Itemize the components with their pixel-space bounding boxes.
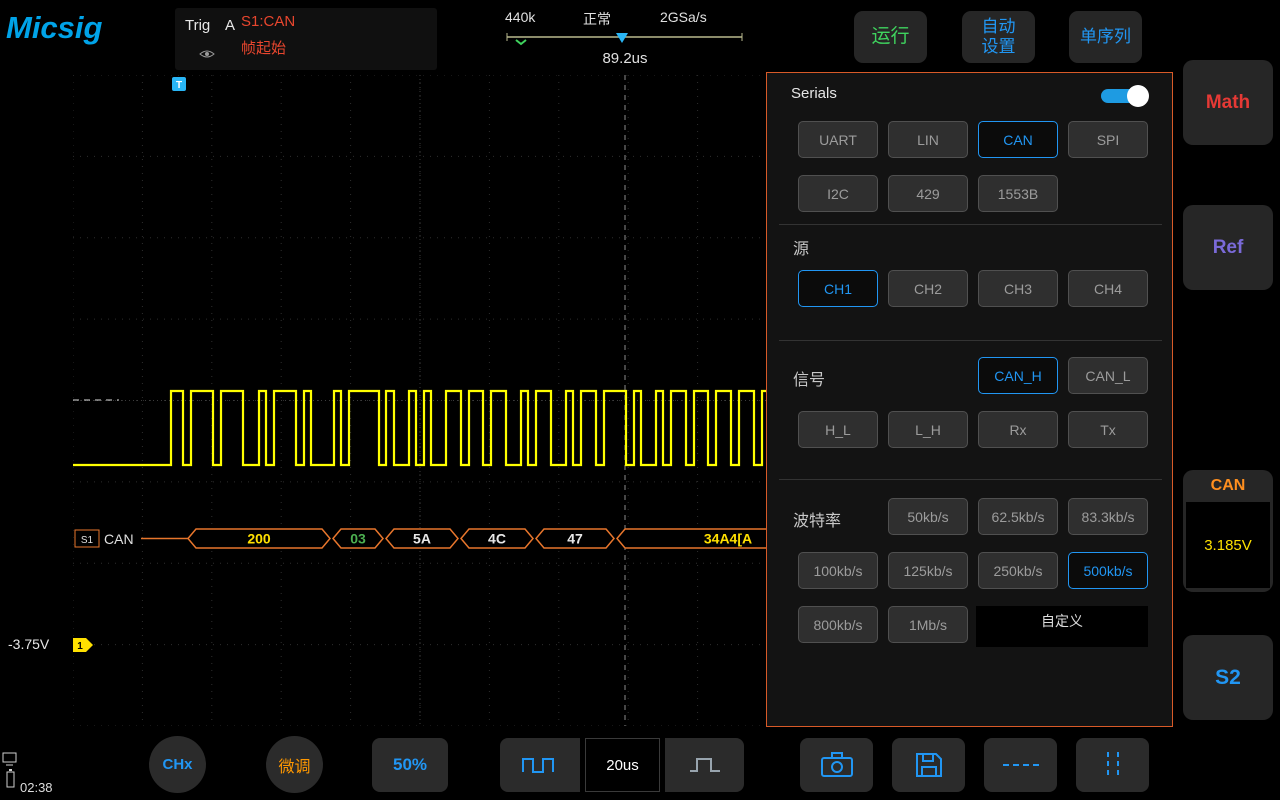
source-ch3[interactable]: CH3 — [978, 270, 1058, 307]
measure-lines-button[interactable] — [984, 738, 1057, 792]
autoset-line1: 自动 — [982, 17, 1016, 36]
baud-label: 波特率 — [793, 507, 841, 531]
timebase-zoom-in-button[interactable] — [665, 738, 744, 792]
acquire-status: 正常 — [583, 9, 611, 29]
s1-decode-badge-label: S1 — [81, 535, 94, 546]
waveform-display[interactable]: S1 CAN 200 03 5A 4C 47 34A4[A T 1 — [73, 75, 767, 726]
protocol-i2c[interactable]: I2C — [798, 175, 878, 212]
channel-select-button[interactable]: CHx — [149, 736, 206, 793]
oscilloscope-screen: Micsig Trig A S1:CAN 帧起始 440k 正常 2GSa/s … — [0, 0, 1280, 800]
square-wave-icon — [520, 754, 560, 776]
baud-250kb-s[interactable]: 250kb/s — [978, 552, 1058, 589]
save-button[interactable] — [892, 738, 965, 792]
protocol-can[interactable]: CAN — [978, 121, 1058, 158]
signal-tx[interactable]: Tx — [1068, 411, 1148, 448]
battery-status-icon — [4, 768, 17, 789]
trigger-visibility-icon[interactable] — [199, 48, 215, 60]
display-status-icon — [2, 752, 18, 767]
serials-toggle[interactable] — [1101, 85, 1149, 107]
window-position-pointer[interactable] — [616, 33, 628, 43]
baud-83-3kb-s[interactable]: 83.3kb/s — [1068, 498, 1148, 535]
single-seq-button[interactable]: 单序列 — [1069, 11, 1142, 63]
s2-button[interactable]: S2 — [1183, 635, 1273, 720]
divider — [779, 479, 1162, 480]
cursor-button[interactable] — [1076, 738, 1149, 792]
source-label: 源 — [793, 235, 809, 259]
signal-can-h[interactable]: CAN_H — [978, 357, 1058, 394]
toggle-knob — [1127, 85, 1149, 107]
screenshot-button[interactable] — [800, 738, 873, 792]
protocol-429[interactable]: 429 — [888, 175, 968, 212]
memory-depth: 440k — [505, 9, 535, 25]
divider — [779, 224, 1162, 225]
ch1-position-marker-label: 1 — [77, 641, 83, 652]
trigger-point-marker — [516, 40, 526, 44]
protocol-spi[interactable]: SPI — [1068, 121, 1148, 158]
signal-l-h[interactable]: L_H — [888, 411, 968, 448]
can-measure-panel[interactable]: CAN 3.185V — [1183, 470, 1273, 592]
run-stop-button[interactable]: 运行 — [854, 11, 927, 63]
source-ch4[interactable]: CH4 — [1068, 270, 1148, 307]
signal-label: 信号 — [793, 366, 825, 390]
trigger-flag-label: T — [176, 80, 182, 91]
decode-frame-value: 4C — [488, 531, 506, 547]
protocol-lin[interactable]: LIN — [888, 121, 968, 158]
decode-frame-value: 5A — [413, 531, 431, 547]
trig-type: 帧起始 — [241, 37, 286, 58]
baud-800kb-s[interactable]: 800kb/s — [798, 606, 878, 643]
can-measure-title: CAN — [1183, 477, 1273, 495]
source-ch1[interactable]: CH1 — [798, 270, 878, 307]
horizontal-position-slider[interactable] — [500, 28, 750, 50]
decode-frame-value: 47 — [567, 531, 583, 547]
ref-button[interactable]: Ref — [1183, 205, 1273, 290]
protocol-uart[interactable]: UART — [798, 121, 878, 158]
can-measure-value: 3.185V — [1186, 502, 1270, 588]
autoset-button[interactable]: 自动 设置 — [962, 11, 1035, 63]
signal-rx[interactable]: Rx — [978, 411, 1058, 448]
cursor-lines-icon — [1098, 750, 1128, 780]
divider — [779, 340, 1162, 341]
math-button[interactable]: Math — [1183, 60, 1273, 145]
serials-title: Serials — [791, 85, 837, 102]
baud-50kb-s[interactable]: 50kb/s — [888, 498, 968, 535]
baud-custom-field[interactable]: 自定义 — [976, 606, 1148, 647]
trig-source: S1:CAN — [241, 13, 295, 30]
pulse-icon — [687, 754, 723, 776]
decode-frame-value: 03 — [350, 531, 366, 547]
decode-protocol-label: CAN — [104, 531, 134, 547]
clock: 02:38 — [20, 780, 53, 795]
trigger-status-box[interactable]: Trig A S1:CAN 帧起始 — [175, 8, 437, 70]
fifty-percent-button[interactable]: 50% — [372, 738, 448, 792]
baud-125kb-s[interactable]: 125kb/s — [888, 552, 968, 589]
dashed-line-icon — [1001, 760, 1041, 770]
sample-rate: 2GSa/s — [660, 9, 707, 25]
decode-frame-value: 34A4[A — [704, 531, 752, 547]
ch1-position-marker[interactable] — [73, 638, 93, 652]
source-ch2[interactable]: CH2 — [888, 270, 968, 307]
autoset-line2: 设置 — [982, 37, 1016, 56]
ch1-offset-label: -3.75V — [8, 636, 49, 652]
baud-500kb-s[interactable]: 500kb/s — [1068, 552, 1148, 589]
signal-h-l[interactable]: H_L — [798, 411, 878, 448]
baud-1mb-s[interactable]: 1Mb/s — [888, 606, 968, 643]
decode-frame-value: 200 — [247, 531, 271, 547]
baud-62-5kb-s[interactable]: 62.5kb/s — [978, 498, 1058, 535]
timebase-display[interactable]: 20us — [585, 738, 660, 792]
brand-logo: Micsig — [6, 10, 102, 46]
trig-slope: A — [225, 17, 235, 34]
save-icon — [913, 750, 945, 780]
horizontal-position-value: 89.2us — [560, 50, 690, 67]
camera-icon — [818, 750, 856, 780]
protocol-1553b[interactable]: 1553B — [978, 175, 1058, 212]
serial-settings-panel: Serials 源 信号 波特率 自定义 UART LIN CAN SPI I2C 429… — [766, 72, 1173, 727]
timebase-zoom-out-button[interactable] — [500, 738, 580, 792]
fine-adjust-button[interactable]: 微调 — [266, 736, 323, 793]
baud-100kb-s[interactable]: 100kb/s — [798, 552, 878, 589]
signal-can-l[interactable]: CAN_L — [1068, 357, 1148, 394]
trig-label: Trig — [185, 17, 210, 34]
